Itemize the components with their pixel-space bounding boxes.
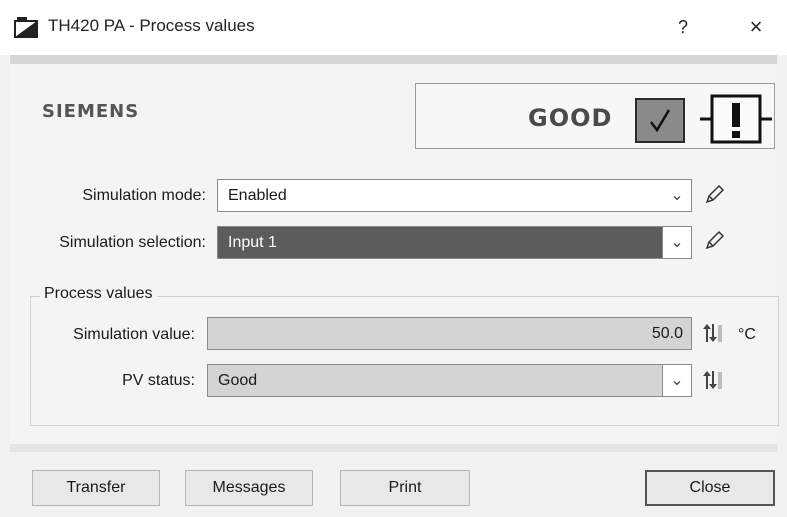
simulation-mode-select[interactable]: Enabled ⌄ <box>217 179 692 212</box>
print-button[interactable]: Print <box>340 470 470 506</box>
window-close-button[interactable]: × <box>736 10 776 44</box>
chevron-down-icon[interactable]: ⌄ <box>663 180 691 211</box>
process-values-group <box>30 296 779 426</box>
pencil-icon[interactable] <box>702 183 726 207</box>
exclamation-icon <box>700 94 772 144</box>
close-button[interactable]: Close <box>645 470 775 506</box>
chevron-down-icon[interactable]: ⌄ <box>662 227 691 258</box>
unit-label: °C <box>738 326 756 343</box>
simulation-selection-value: Input 1 <box>228 234 277 251</box>
simulation-mode-value: Enabled <box>228 187 287 204</box>
simulation-value: 50.0 <box>651 325 683 342</box>
pv-status-select[interactable]: Good ⌄ <box>207 364 692 397</box>
simulation-value-field[interactable]: 50.0 <box>207 317 692 350</box>
footer-separator <box>10 444 777 452</box>
siemens-logo: SIEMENS <box>42 101 140 122</box>
check-icon <box>635 98 685 143</box>
status-text: GOOD <box>528 104 613 132</box>
title-separator <box>10 55 777 64</box>
transfer-button[interactable]: Transfer <box>32 470 160 506</box>
up-down-arrows-icon[interactable] <box>702 369 724 391</box>
help-button[interactable]: ? <box>668 12 698 42</box>
pencil-icon[interactable] <box>702 229 726 253</box>
simulation-value-label: Simulation value: <box>73 326 195 343</box>
window-title: TH420 PA - Process values <box>48 16 255 35</box>
app-icon <box>14 17 38 38</box>
up-down-arrows-icon[interactable] <box>702 322 724 344</box>
pv-status-label: PV status: <box>122 372 195 389</box>
chevron-down-icon[interactable]: ⌄ <box>662 365 691 396</box>
pv-status-value: Good <box>218 372 258 389</box>
title-bar: TH420 PA - Process values ? × <box>0 0 787 55</box>
process-values-group-title: Process values <box>40 285 157 303</box>
simulation-mode-label: Simulation mode: <box>82 187 206 204</box>
messages-button[interactable]: Messages <box>185 470 313 506</box>
simulation-selection-label: Simulation selection: <box>59 234 206 251</box>
simulation-selection-select[interactable]: Input 1 ⌄ <box>217 226 692 259</box>
